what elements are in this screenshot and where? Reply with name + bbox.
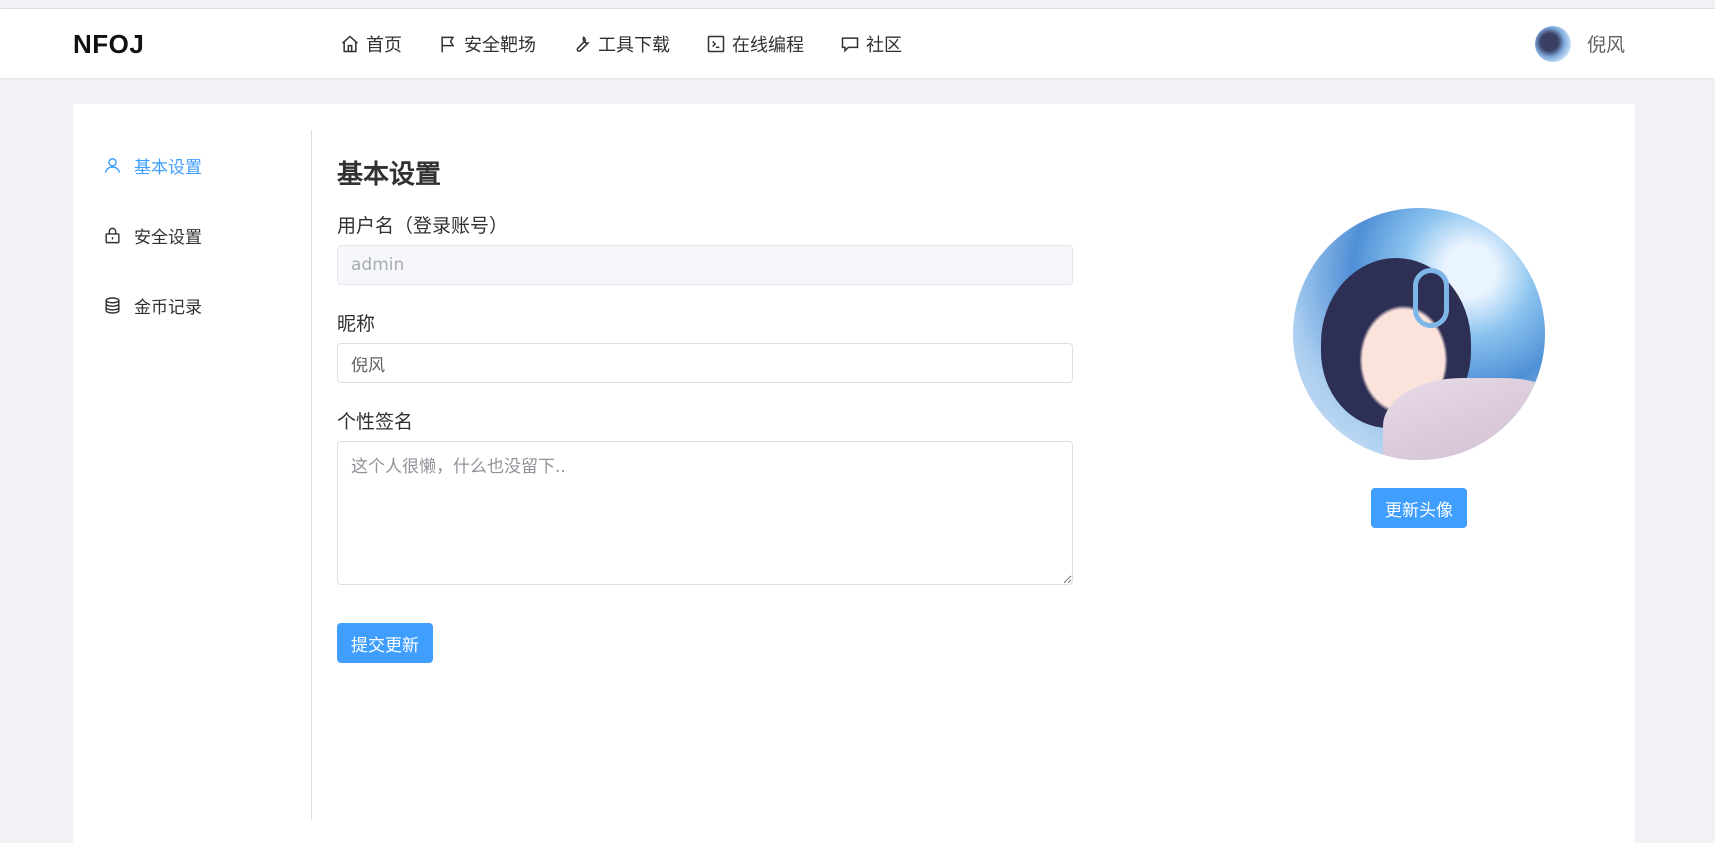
nav-menu: 首页 安全靶场 工具下载 在线编程 社区 [340, 9, 938, 78]
nav-label: 工具下载 [598, 34, 670, 56]
settings-sidebar: 基本设置 安全设置 金币记录 [73, 130, 312, 820]
sidebar-item-label: 安全设置 [134, 227, 202, 248]
top-navbar: NFOJ 首页 安全靶场 工具下载 在线编程 社区 倪风 [0, 9, 1715, 78]
lock-icon [105, 227, 120, 243]
signature-textarea[interactable] [337, 441, 1073, 585]
nickname-field[interactable] [337, 343, 1073, 383]
coins-icon [105, 296, 120, 314]
nav-label: 在线编程 [732, 34, 804, 56]
home-icon [342, 34, 358, 52]
chat-icon [841, 36, 859, 52]
nav-item-home[interactable]: 首页 [340, 9, 402, 78]
sidebar-item-security-settings[interactable]: 安全设置 [73, 200, 311, 270]
nav-item-community[interactable]: 社区 [840, 9, 902, 78]
basic-settings-form: 基本设置 用户名（登录账号） 昵称 个性签名 提交更新 [337, 154, 1073, 663]
user-name[interactable]: 倪风 [1587, 30, 1625, 57]
page-title: 基本设置 [337, 160, 442, 190]
sidebar-item-coin-records[interactable]: 金币记录 [73, 270, 311, 340]
profile-avatar [1293, 208, 1545, 460]
username-field [337, 245, 1073, 285]
user-icon [105, 157, 120, 173]
terminal-icon [707, 35, 725, 52]
nav-label: 安全靶场 [464, 34, 536, 56]
wrench-icon [576, 35, 590, 52]
nav-item-range[interactable]: 安全靶场 [438, 9, 536, 78]
update-avatar-button[interactable]: 更新头像 [1371, 488, 1467, 528]
nickname-label: 昵称 [337, 313, 376, 335]
nav-label: 社区 [866, 34, 902, 56]
brand-logo[interactable]: NFOJ [73, 29, 144, 60]
window-top-border [0, 0, 1715, 9]
submit-update-button[interactable]: 提交更新 [337, 623, 433, 663]
nav-label: 首页 [366, 34, 402, 56]
sidebar-item-basic-settings[interactable]: 基本设置 [73, 130, 311, 200]
settings-card: 基本设置 安全设置 金币记录 基本设置 用户名（登录账号） 昵称 个性签名 提交… [73, 104, 1635, 843]
sidebar-item-label: 基本设置 [134, 157, 202, 178]
nav-item-coding[interactable]: 在线编程 [706, 9, 804, 78]
nav-item-tools[interactable]: 工具下载 [572, 9, 670, 78]
avatar-coat [1383, 378, 1545, 460]
sidebar-item-label: 金币记录 [134, 297, 202, 318]
avatar[interactable] [1534, 25, 1571, 62]
flag-icon [441, 36, 455, 52]
signature-label: 个性签名 [337, 411, 414, 433]
username-label: 用户名（登录账号） [337, 215, 509, 237]
avatar-panel: 更新头像 [1293, 208, 1545, 528]
user-menu[interactable]: 倪风 [1534, 9, 1625, 78]
avatar-headphones [1413, 268, 1449, 328]
